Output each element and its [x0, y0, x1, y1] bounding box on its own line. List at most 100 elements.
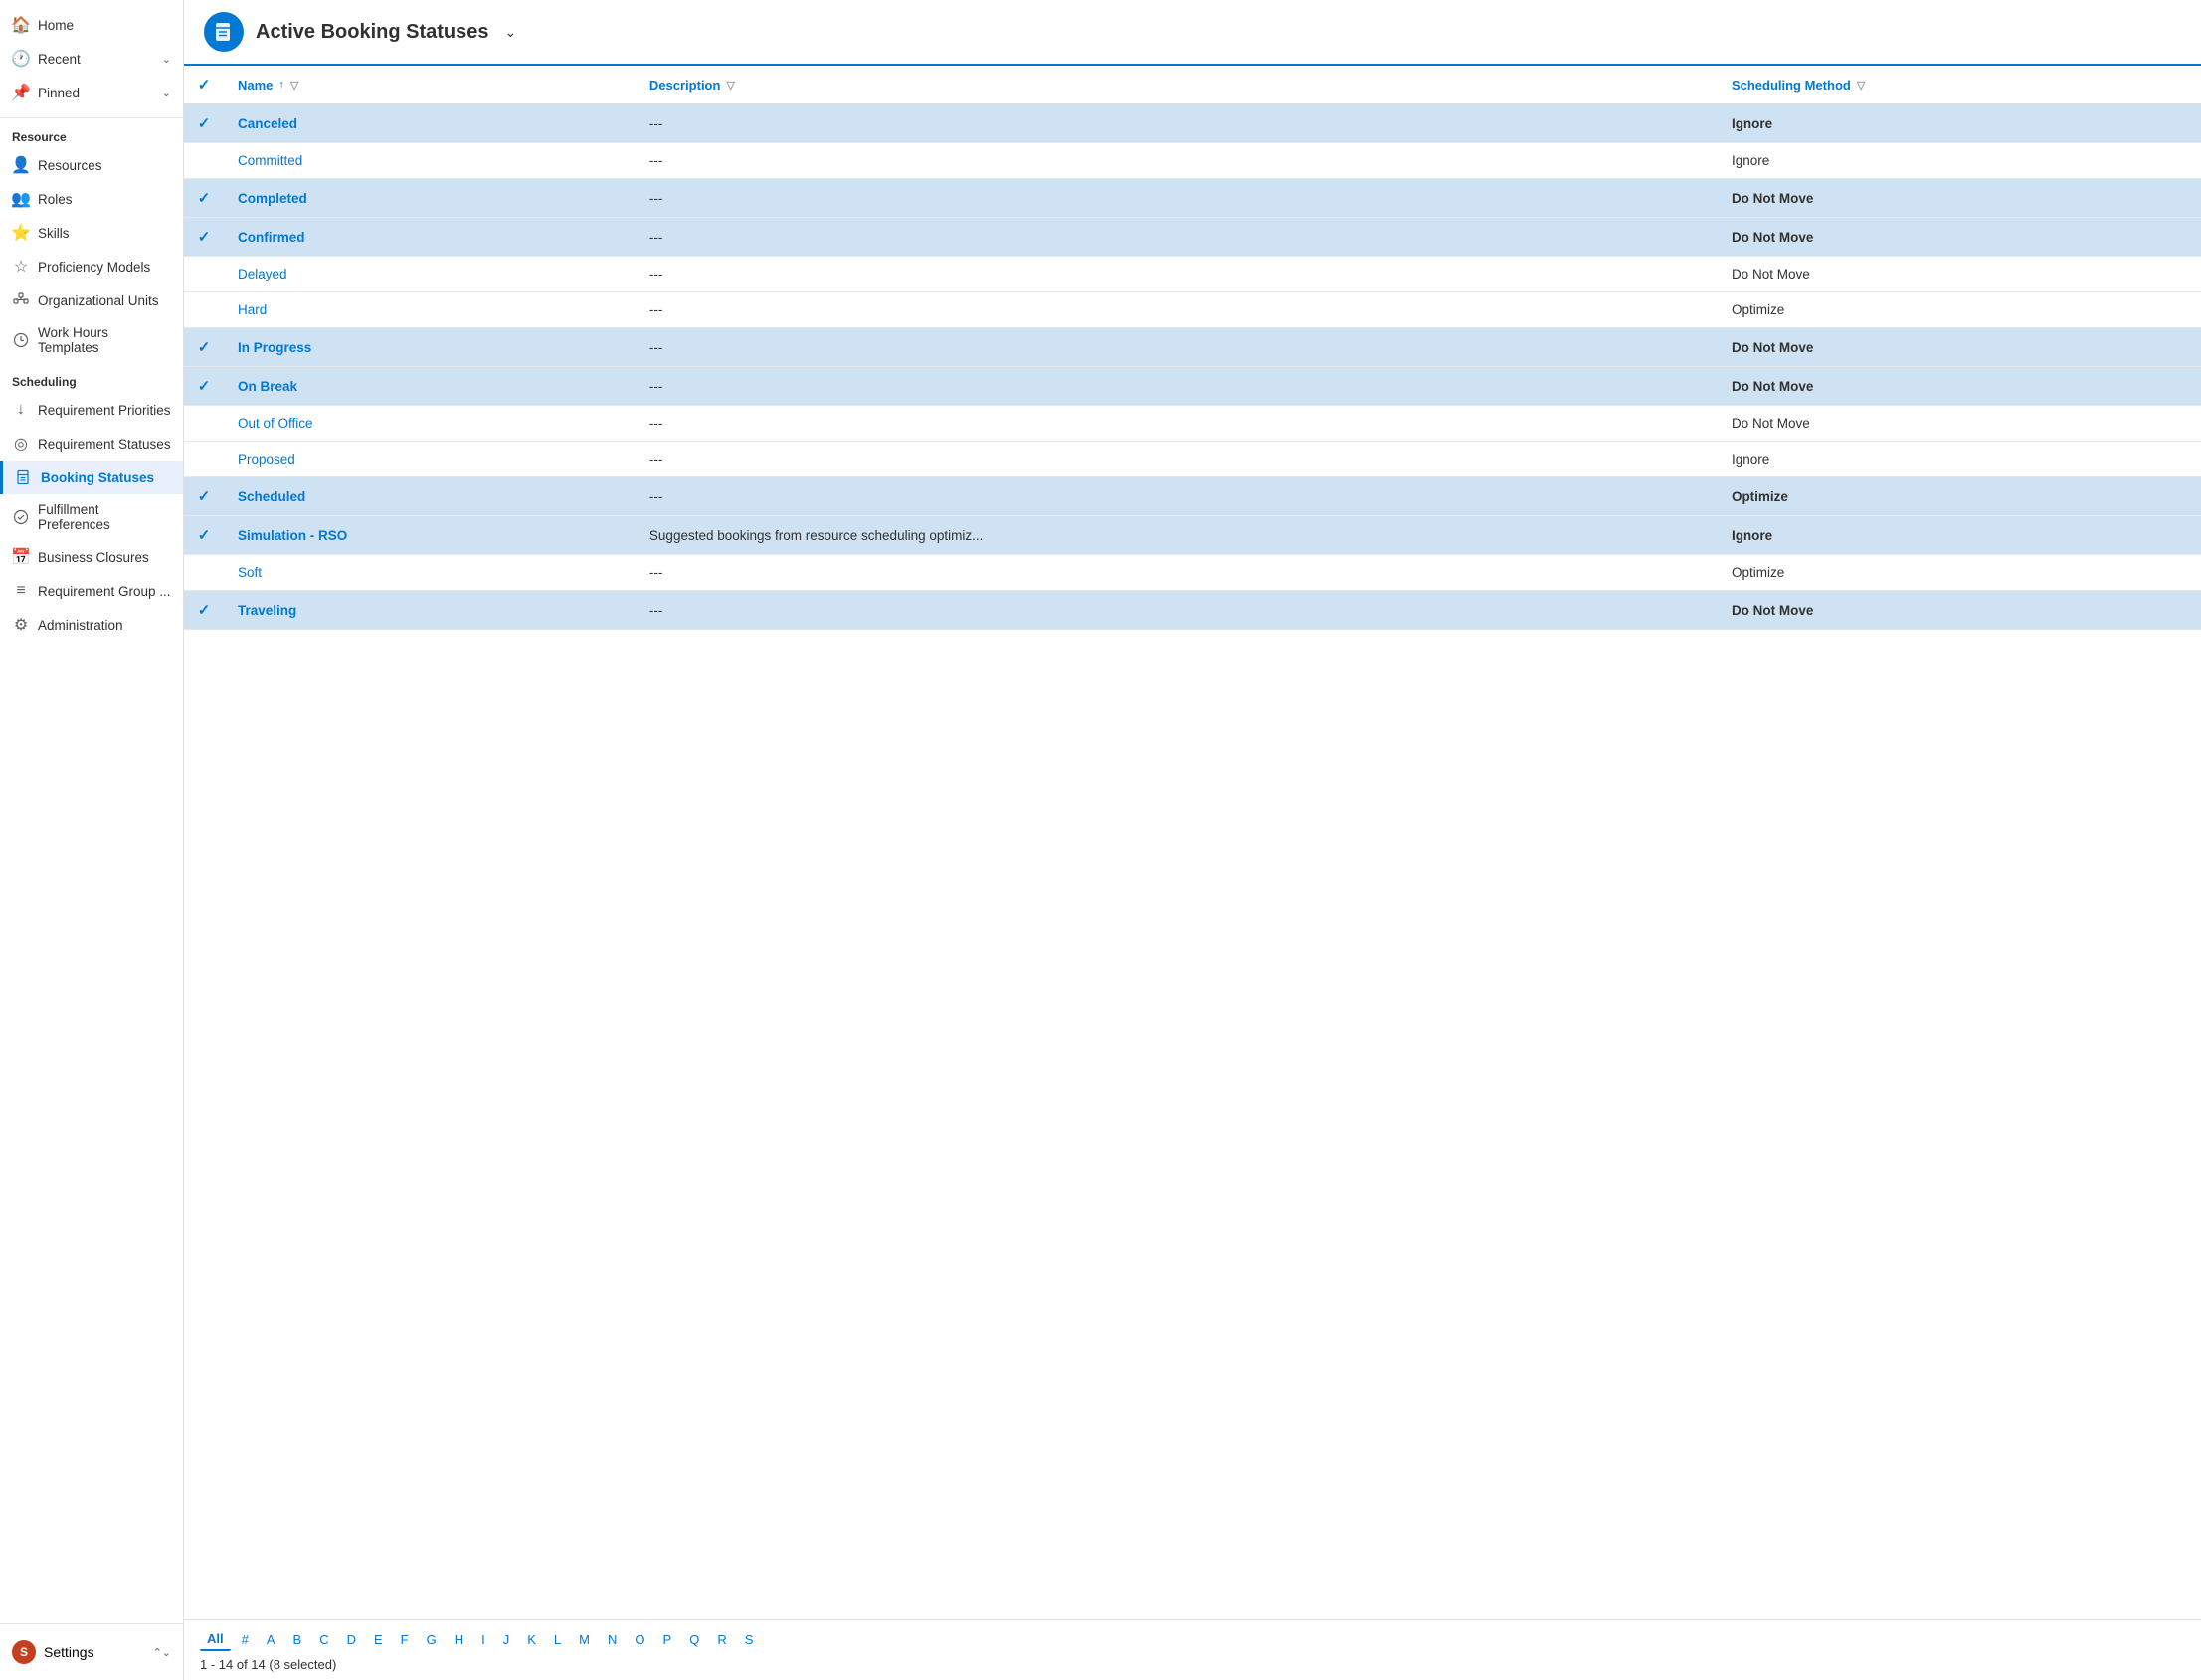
- table-row[interactable]: ✓ On Break --- Do Not Move: [184, 367, 2201, 406]
- alpha-nav-item[interactable]: M: [572, 1629, 597, 1650]
- sidebar-item-resources[interactable]: 👤 Resources: [0, 148, 183, 182]
- table-row[interactable]: Proposed --- Ignore: [184, 442, 2201, 477]
- row-name-cell[interactable]: Completed: [224, 179, 636, 218]
- sidebar-item-home[interactable]: 🏠 Home: [0, 8, 183, 42]
- row-name-cell[interactable]: Committed: [224, 143, 636, 179]
- table-row[interactable]: Hard --- Optimize: [184, 292, 2201, 328]
- alpha-nav-item[interactable]: P: [656, 1629, 679, 1650]
- alpha-nav-item[interactable]: D: [340, 1629, 363, 1650]
- row-checkbox[interactable]: ✓: [184, 328, 224, 367]
- sidebar-item-business-closures[interactable]: 📅 Business Closures: [0, 540, 183, 574]
- name-column-header[interactable]: Name ↑ ▽: [224, 66, 636, 104]
- row-scheduling-method-cell: Optimize: [1718, 292, 2201, 328]
- row-name-cell[interactable]: Traveling: [224, 591, 636, 630]
- table-row[interactable]: ✓ Canceled --- Ignore: [184, 104, 2201, 143]
- table-row[interactable]: ✓ Completed --- Do Not Move: [184, 179, 2201, 218]
- row-scheduling-method-cell: Do Not Move: [1718, 591, 2201, 630]
- row-name-cell[interactable]: In Progress: [224, 328, 636, 367]
- proficiency-icon: ☆: [12, 258, 30, 276]
- scheduling-section-label: Scheduling: [0, 363, 183, 393]
- description-column-header[interactable]: Description ▽: [636, 66, 1718, 104]
- row-description-cell: ---: [636, 442, 1718, 477]
- row-checkbox[interactable]: ✓: [184, 477, 224, 516]
- work-hours-icon: [12, 331, 30, 349]
- table-row[interactable]: Delayed --- Do Not Move: [184, 257, 2201, 292]
- table-row[interactable]: ✓ Simulation - RSO Suggested bookings fr…: [184, 516, 2201, 555]
- name-sort-icon[interactable]: ↑: [278, 79, 284, 91]
- alpha-nav-item[interactable]: B: [286, 1629, 309, 1650]
- row-name-cell[interactable]: Delayed: [224, 257, 636, 292]
- desc-filter-icon[interactable]: ▽: [726, 79, 734, 92]
- row-checkbox[interactable]: ✓: [184, 367, 224, 406]
- table-row[interactable]: ✓ Confirmed --- Do Not Move: [184, 218, 2201, 257]
- alpha-nav-item[interactable]: G: [420, 1629, 444, 1650]
- select-all-checkbox[interactable]: ✓: [198, 77, 211, 93]
- sidebar-item-requirement-group[interactable]: ≡ Requirement Group ...: [0, 574, 183, 608]
- alpha-nav-item[interactable]: N: [601, 1629, 624, 1650]
- alpha-nav-item[interactable]: E: [367, 1629, 390, 1650]
- select-all-header[interactable]: ✓: [184, 66, 224, 104]
- alpha-nav-item[interactable]: O: [628, 1629, 651, 1650]
- table-row[interactable]: ✓ Traveling --- Do Not Move: [184, 591, 2201, 630]
- row-checkbox[interactable]: [184, 292, 224, 328]
- row-checkbox[interactable]: ✓: [184, 218, 224, 257]
- alpha-nav-item[interactable]: S: [738, 1629, 761, 1650]
- sidebar-settings-item[interactable]: S Settings ⌃⌄: [0, 1632, 183, 1672]
- sidebar-item-work-hours-templates[interactable]: Work Hours Templates: [0, 317, 183, 363]
- row-name-cell[interactable]: Canceled: [224, 104, 636, 143]
- alpha-nav-item[interactable]: R: [710, 1629, 733, 1650]
- scheduling-method-column-header[interactable]: Scheduling Method ▽: [1718, 66, 2201, 104]
- table-row[interactable]: Soft --- Optimize: [184, 555, 2201, 591]
- row-name-cell[interactable]: Proposed: [224, 442, 636, 477]
- row-checkbox[interactable]: ✓: [184, 104, 224, 143]
- name-filter-icon[interactable]: ▽: [290, 79, 298, 92]
- sidebar-item-administration[interactable]: ⚙ Administration: [0, 608, 183, 642]
- alpha-navigation: All#ABCDEFGHIJKLMNOPQRS: [200, 1628, 2185, 1651]
- alpha-nav-item[interactable]: K: [520, 1629, 543, 1650]
- alpha-nav-item[interactable]: #: [235, 1629, 256, 1650]
- sidebar-item-skills[interactable]: ⭐ Skills: [0, 216, 183, 250]
- row-checkbox[interactable]: [184, 257, 224, 292]
- sidebar-item-recent[interactable]: 🕐 Recent ⌄: [0, 42, 183, 76]
- sidebar-item-pinned[interactable]: 📌 Pinned ⌄: [0, 76, 183, 109]
- header-dropdown-chevron[interactable]: ⌄: [505, 24, 517, 41]
- row-name-cell[interactable]: Confirmed: [224, 218, 636, 257]
- row-name-cell[interactable]: Hard: [224, 292, 636, 328]
- row-name-cell[interactable]: Soft: [224, 555, 636, 591]
- alpha-nav-item[interactable]: H: [448, 1629, 470, 1650]
- row-name-cell[interactable]: Out of Office: [224, 406, 636, 442]
- scheduling-filter-icon[interactable]: ▽: [1857, 79, 1865, 92]
- table-row[interactable]: ✓ In Progress --- Do Not Move: [184, 328, 2201, 367]
- page-header: Active Booking Statuses ⌄: [184, 0, 2201, 66]
- table-row[interactable]: Committed --- Ignore: [184, 143, 2201, 179]
- sidebar-item-roles[interactable]: 👥 Roles: [0, 182, 183, 216]
- alpha-nav-item[interactable]: J: [496, 1629, 517, 1650]
- row-checkbox[interactable]: [184, 143, 224, 179]
- alpha-nav-item[interactable]: All: [200, 1628, 231, 1651]
- alpha-nav-item[interactable]: Q: [682, 1629, 706, 1650]
- clock-icon: 🕐: [12, 50, 30, 68]
- table-row[interactable]: Out of Office --- Do Not Move: [184, 406, 2201, 442]
- row-name-cell[interactable]: On Break: [224, 367, 636, 406]
- sidebar-item-requirement-statuses[interactable]: ◎ Requirement Statuses: [0, 427, 183, 461]
- alpha-nav-item[interactable]: C: [312, 1629, 335, 1650]
- row-checkbox[interactable]: ✓: [184, 591, 224, 630]
- sidebar-item-requirement-priorities[interactable]: ↓ Requirement Priorities: [0, 393, 183, 427]
- row-name-cell[interactable]: Simulation - RSO: [224, 516, 636, 555]
- sidebar-item-proficiency-models[interactable]: ☆ Proficiency Models: [0, 250, 183, 283]
- sidebar-item-booking-statuses[interactable]: Booking Statuses: [0, 461, 183, 494]
- table-row[interactable]: ✓ Scheduled --- Optimize: [184, 477, 2201, 516]
- row-checkbox[interactable]: [184, 406, 224, 442]
- row-checkbox[interactable]: [184, 555, 224, 591]
- alpha-nav-item[interactable]: A: [260, 1629, 282, 1650]
- row-checkbox[interactable]: ✓: [184, 516, 224, 555]
- alpha-nav-item[interactable]: I: [474, 1629, 492, 1650]
- row-checkbox[interactable]: [184, 442, 224, 477]
- sidebar-resource-section: Resource 👤 Resources 👥 Roles ⭐ Skills ☆ …: [0, 118, 183, 363]
- alpha-nav-item[interactable]: L: [547, 1629, 568, 1650]
- sidebar-item-organizational-units[interactable]: Organizational Units: [0, 283, 183, 317]
- row-checkbox[interactable]: ✓: [184, 179, 224, 218]
- row-name-cell[interactable]: Scheduled: [224, 477, 636, 516]
- alpha-nav-item[interactable]: F: [394, 1629, 416, 1650]
- sidebar-item-fulfillment-preferences[interactable]: Fulfillment Preferences: [0, 494, 183, 540]
